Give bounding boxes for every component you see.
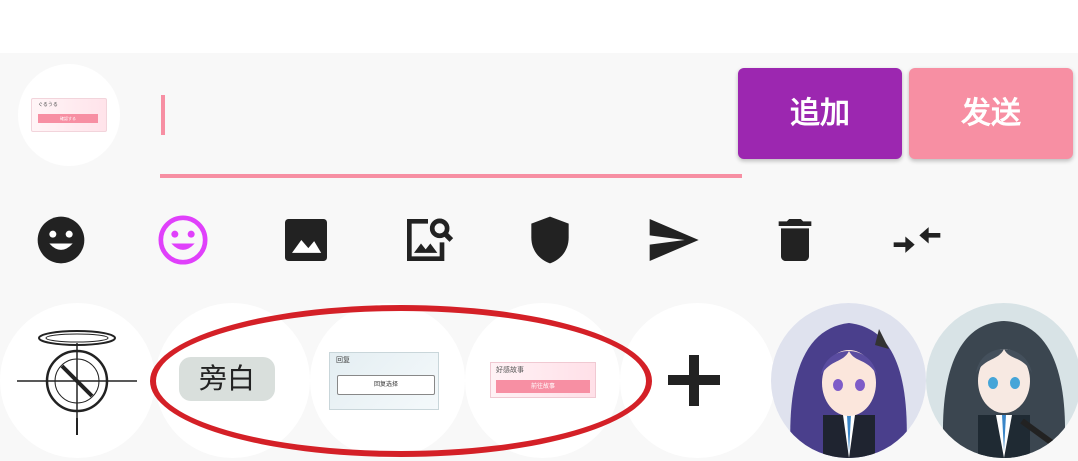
collapse-icon[interactable] [889, 212, 945, 268]
character-avatar-1[interactable] [771, 303, 926, 458]
speaker-preview-card: ぐるうる 確認する [31, 98, 107, 132]
current-speaker-avatar[interactable]: ぐるうる 確認する [18, 64, 120, 166]
speaker-preview-title: ぐるうる [38, 102, 58, 108]
reply-preview-title: 回复 [336, 356, 350, 364]
text-caret [161, 95, 165, 135]
image-search-icon[interactable] [400, 212, 456, 268]
send-icon[interactable] [645, 212, 701, 268]
affection-story-preview: 好感故事 前往故事 [490, 362, 596, 398]
target-emblem-icon [17, 330, 137, 435]
reply-option-slot[interactable]: 回复 回复选择 [310, 303, 465, 458]
add-character-button[interactable] [620, 303, 775, 458]
shield-icon[interactable] [522, 212, 578, 268]
delete-icon[interactable] [767, 212, 823, 268]
emoji-pink-icon[interactable] [155, 212, 211, 268]
affection-story-slot[interactable]: 好感故事 前往故事 [465, 303, 620, 458]
emoji-icon[interactable] [33, 212, 89, 268]
speaker-preview-button: 確認する [38, 114, 98, 123]
image-icon[interactable] [278, 212, 334, 268]
reply-option-preview: 回复 回复选择 [329, 352, 439, 410]
character-avatar-2[interactable] [926, 303, 1078, 458]
narration-slot[interactable]: 旁白 [155, 303, 310, 458]
sensei-avatar[interactable] [0, 303, 155, 458]
send-button[interactable]: 发送 [909, 68, 1073, 159]
affection-preview-title: 好感故事 [496, 366, 524, 374]
purple-hair-student-avatar [771, 303, 926, 458]
affection-preview-button: 前往故事 [496, 380, 590, 393]
message-input[interactable] [160, 72, 742, 178]
reply-preview-button: 回复选择 [337, 375, 435, 395]
plus-icon [668, 355, 720, 406]
narration-chip: 旁白 [179, 357, 275, 401]
add-button[interactable]: 追加 [738, 68, 902, 159]
dark-hair-student-avatar [926, 303, 1078, 458]
